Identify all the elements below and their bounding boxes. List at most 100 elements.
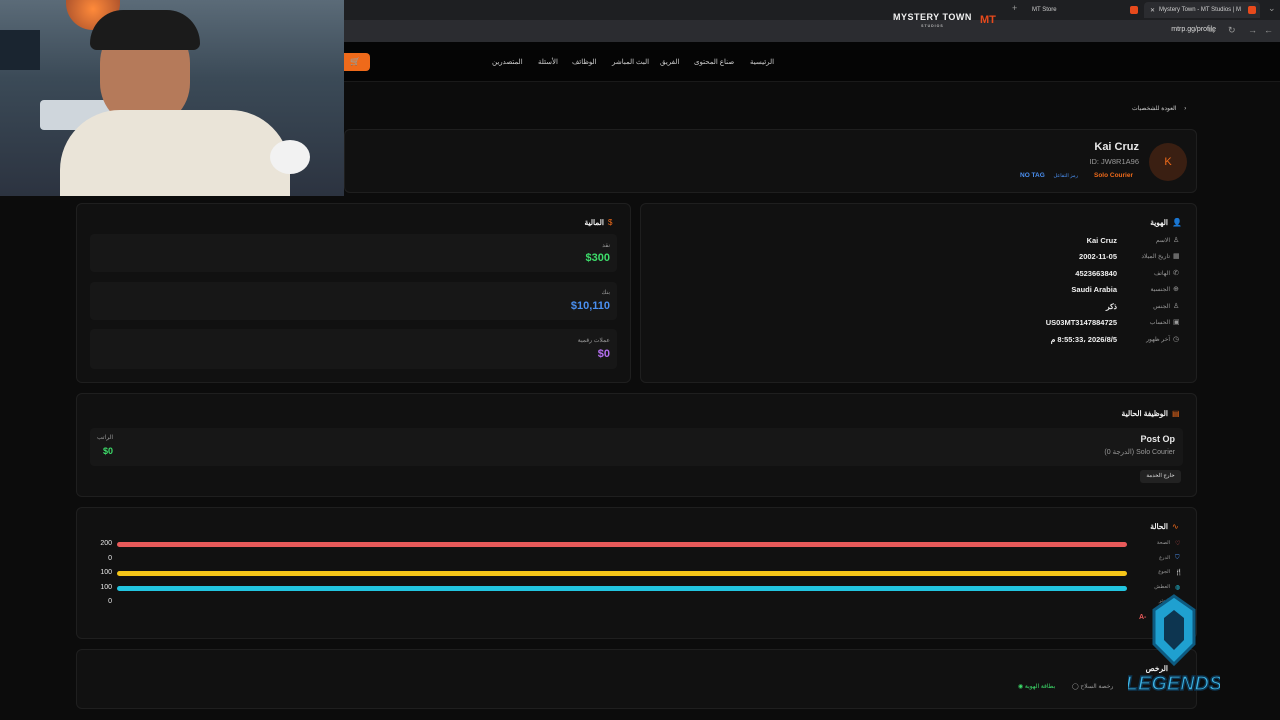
character-name: Kai Cruz	[1094, 141, 1139, 153]
identity-label: الاسم	[1155, 238, 1170, 244]
logo-text: MYSTERY TOWN	[893, 12, 972, 22]
legends-text: LEGENDS	[1128, 673, 1220, 695]
avatar: K	[1149, 143, 1187, 181]
back-icon[interactable]: ←	[1264, 25, 1273, 35]
crypto-label: عملات رقمية	[577, 338, 610, 344]
calendar-icon: ▦	[1173, 253, 1180, 260]
bank-label: بنك	[601, 290, 610, 296]
license-id-card: ◉ بطاقة الهوية	[1018, 683, 1055, 690]
identity-value: ذكر	[1105, 302, 1117, 311]
food-icon: 🍴	[1175, 570, 1183, 576]
headphones	[90, 10, 200, 50]
stat-value: 0	[108, 554, 112, 562]
job-title: الوظيفة الحالية	[1121, 409, 1168, 418]
license-label: بطاقة الهوية	[1024, 684, 1056, 690]
bank-icon: ▣	[1173, 319, 1180, 326]
identity-label: الحساب	[1149, 320, 1170, 326]
site-settings-icon[interactable]: ⇋	[1208, 25, 1216, 36]
logo-subtext: STUDIOS	[921, 24, 944, 28]
status-title: الحالة	[1150, 522, 1168, 531]
nav-item-live[interactable]: البث المباشر	[612, 58, 649, 66]
legends-watermark: LEGENDS	[1128, 594, 1220, 696]
back-label: العودة للشخصيات	[1132, 106, 1177, 112]
briefcase-icon: ▤	[1172, 409, 1180, 418]
bank-value: $10,110	[570, 300, 610, 312]
browser-tab-store[interactable]: MT Store	[1026, 2, 1136, 18]
tab-label: MT Store	[1032, 7, 1057, 13]
chevron-right-icon: ›	[1184, 106, 1187, 112]
back-to-characters-link[interactable]: العودة للشخصيات ›	[1132, 105, 1186, 112]
stat-bar	[117, 542, 1127, 547]
cash-label: نقد	[602, 243, 610, 249]
site-logo[interactable]: MYSTERY TOWN STUDIOS	[893, 13, 972, 31]
license-circle-icon: ◯	[1072, 684, 1079, 690]
identity-value: US03MT3147884725	[1045, 318, 1117, 327]
duty-status-button[interactable]: خارج الخدمة	[1140, 470, 1181, 483]
identity-value: Kai Cruz	[1086, 236, 1117, 245]
nav-item-creators[interactable]: صناع المحتوى	[694, 58, 734, 66]
mt-favicon-icon	[1130, 6, 1138, 14]
stat-label: العطش	[1154, 583, 1170, 590]
identity-value: Saudi Arabia	[1071, 285, 1117, 294]
job-box	[90, 428, 1183, 466]
identity-value: 2026/8/5 ،8:55:33 م	[1050, 335, 1117, 344]
hoodie	[60, 110, 290, 196]
pulse-icon: ∿	[1172, 522, 1179, 531]
nav-item-team[interactable]: الفريق	[660, 58, 679, 66]
group-tag-value: NO TAG	[1020, 172, 1045, 179]
new-tab-icon[interactable]: +	[1012, 3, 1017, 13]
stat-value: 100	[100, 569, 112, 576]
stat-label: الجوع	[1158, 569, 1170, 575]
job-grade: Solo Courier (الدرجة 0)	[1104, 449, 1175, 456]
stat-bar	[117, 571, 1127, 576]
stat-label: الدرع	[1159, 554, 1170, 561]
store-button[interactable]: 🛒	[340, 53, 370, 71]
identity-label: آخر ظهور	[1146, 337, 1170, 343]
identity-label: الهاتف	[1154, 271, 1170, 277]
user-icon: 👤	[1172, 218, 1182, 227]
job-name: Post Op	[1140, 434, 1175, 444]
license-label: رخصة السلاح	[1080, 684, 1114, 690]
drink-icon: ◍	[1175, 584, 1181, 591]
crypto-box	[90, 329, 617, 369]
nav-item-leaderboard[interactable]: المتصدرين	[492, 58, 523, 66]
cart-icon: 🛒	[350, 57, 360, 66]
stat-value: 200	[100, 540, 112, 547]
close-icon[interactable]: ✕	[1150, 7, 1155, 14]
tab-search-icon[interactable]: ⌄	[1268, 3, 1276, 14]
crypto-value: $0	[597, 348, 610, 360]
identity-label: الجنس	[1153, 304, 1170, 310]
nav-item-jobs[interactable]: الوظائف	[572, 58, 597, 66]
salary-label: الراتب	[97, 435, 114, 441]
heart-icon: ♡	[1175, 541, 1181, 547]
mt-logo-icon: MT	[980, 14, 996, 26]
stat-bar	[117, 585, 1127, 591]
licenses-card	[76, 649, 1197, 709]
finance-title: المالية	[584, 218, 604, 227]
clock-icon: ◷	[1173, 336, 1180, 343]
wall-frame	[0, 30, 40, 70]
license-weapon: ◯ رخصة السلاح	[1072, 683, 1113, 690]
character-id: ID: JW8R1A96	[1089, 157, 1139, 166]
nav-item-faq[interactable]: الأسئلة	[538, 58, 558, 66]
forward-icon[interactable]: →	[1248, 25, 1257, 35]
plush-toy	[270, 140, 310, 174]
phone-icon: ✆	[1173, 270, 1179, 277]
stat-value: 100	[100, 583, 112, 591]
check-circle-icon: ◉	[1018, 684, 1024, 690]
stat-label: الصحة	[1156, 540, 1170, 546]
cash-box	[90, 234, 617, 272]
globe-icon: ⊕	[1173, 286, 1179, 293]
reload-icon[interactable]: ↻	[1228, 25, 1236, 36]
shield-icon: ⛉	[1175, 554, 1180, 561]
identity-value: 2002-11-05	[1079, 252, 1117, 261]
identity-title: الهوية	[1150, 218, 1168, 227]
nav-item-home[interactable]: الرئيسية	[750, 58, 774, 66]
identity-value: 4523663840	[1075, 269, 1117, 278]
stat-value: 0	[108, 598, 112, 605]
mt-favicon-icon	[1248, 6, 1256, 14]
salary-value: $0	[103, 446, 114, 456]
identity-label: الجنسية	[1150, 287, 1170, 293]
browser-tab-profile[interactable]: ✕ Mystery Town - MT Studios | M	[1144, 2, 1260, 18]
cash-value: $300	[585, 252, 610, 264]
